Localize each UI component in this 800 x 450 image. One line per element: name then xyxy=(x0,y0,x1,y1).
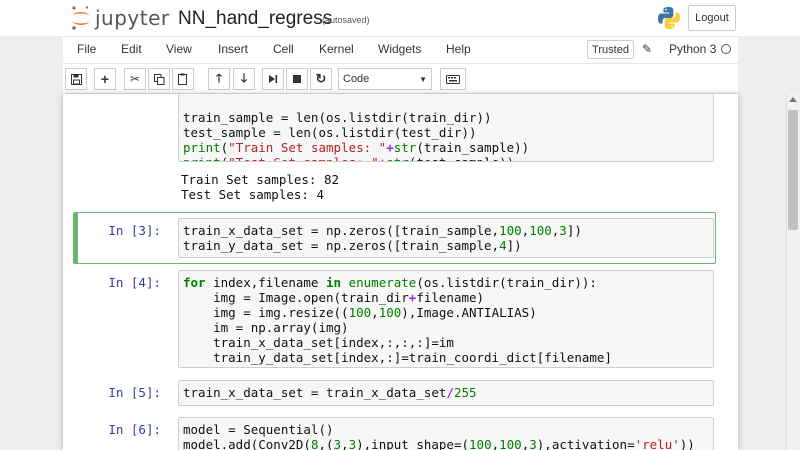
scroll-up-icon[interactable] xyxy=(789,97,797,102)
menu-kernel[interactable]: Kernel xyxy=(319,42,354,56)
menu-widgets[interactable]: Widgets xyxy=(378,42,421,56)
menu-help[interactable]: Help xyxy=(446,42,471,56)
jupyter-logo-icon xyxy=(72,6,90,30)
code-cell-input[interactable]: train_x_data_set = train_x_data_set/255 xyxy=(178,380,714,406)
cell-prompt: In [3]: xyxy=(108,223,161,238)
menu-edit[interactable]: Edit xyxy=(121,42,142,56)
cell-prompt: In [6]: xyxy=(108,422,161,437)
code-cell-input[interactable]: train_x_data_set = np.zeros([train_sampl… xyxy=(178,218,714,258)
stop-icon xyxy=(293,75,301,83)
command-palette-button[interactable] xyxy=(440,68,466,90)
code-cell-input[interactable]: model = Sequential() model.add(Conv2D(8,… xyxy=(178,417,714,450)
menu-cell[interactable]: Cell xyxy=(273,42,294,56)
paste-button[interactable] xyxy=(172,68,194,90)
menu-insert[interactable]: Insert xyxy=(218,42,248,56)
menu-file[interactable]: File xyxy=(77,42,96,56)
notebook-title[interactable]: NN_hand_regress xyxy=(178,8,332,30)
cell-type-select[interactable]: Code ▼ xyxy=(338,68,432,90)
scrollbar-thumb[interactable] xyxy=(788,110,798,230)
interrupt-kernel-button[interactable] xyxy=(286,68,308,90)
output-line: Test Set samples: 4 xyxy=(181,187,324,202)
python-logo-icon xyxy=(658,7,680,29)
save-icon xyxy=(70,73,82,85)
plus-icon: + xyxy=(100,71,110,87)
kernel-name[interactable]: Python 3 xyxy=(669,42,716,56)
output-line: Train Set samples: 82 xyxy=(181,172,340,187)
copy-button[interactable] xyxy=(148,68,170,90)
code-cell-input[interactable]: for index,filename in enumerate(os.listd… xyxy=(178,270,714,368)
insert-cell-button[interactable]: + xyxy=(94,68,116,90)
autosave-status: (autosaved) xyxy=(322,15,370,25)
kernel-status-icon xyxy=(721,44,731,54)
code-line: train_sample = len(os.listdir(train_dir)… xyxy=(183,110,492,125)
cell-prompt: In [4]: xyxy=(108,275,161,290)
save-button[interactable] xyxy=(65,68,87,90)
trusted-indicator[interactable]: Trusted xyxy=(587,40,634,59)
copy-icon xyxy=(153,73,164,85)
jupyter-logo[interactable]: jupyter xyxy=(70,5,170,31)
header: jupyter NN_hand_regress (autosaved) Logo… xyxy=(0,0,800,36)
arrow-down-icon: 🡓 xyxy=(240,70,248,85)
step-forward-icon xyxy=(269,75,278,83)
move-down-button[interactable]: 🡓 xyxy=(233,68,255,90)
logo-text: jupyter xyxy=(95,6,170,30)
edit-mode-pencil-icon: ✎ xyxy=(642,42,653,56)
cell-type-value: Code xyxy=(343,73,370,85)
cell-prompt: In [5]: xyxy=(108,385,161,400)
restart-kernel-button[interactable]: ↻ xyxy=(310,68,332,90)
paste-icon xyxy=(177,73,187,85)
code-line: test_sample = len(os.listdir(test_dir)) xyxy=(183,125,477,140)
arrow-up-icon: 🡑 xyxy=(215,70,223,85)
restart-icon: ↻ xyxy=(315,71,327,86)
cut-icon: ✂ xyxy=(129,72,141,86)
logout-button[interactable]: Logout xyxy=(688,5,736,31)
menu-view[interactable]: View xyxy=(166,42,192,56)
chevron-down-icon: ▼ xyxy=(419,74,427,84)
keyboard-icon xyxy=(446,74,460,84)
cut-button[interactable]: ✂ xyxy=(124,68,146,90)
cell-output: Train Set samples: 82 Test Set samples: … xyxy=(181,172,339,202)
run-cell-button[interactable] xyxy=(262,68,284,90)
move-up-button[interactable]: 🡑 xyxy=(208,68,230,90)
code-cell-input[interactable]: train_sample = len(os.listdir(train_dir)… xyxy=(178,94,714,162)
notebook-container: train_sample = len(os.listdir(train_dir)… xyxy=(63,94,738,450)
